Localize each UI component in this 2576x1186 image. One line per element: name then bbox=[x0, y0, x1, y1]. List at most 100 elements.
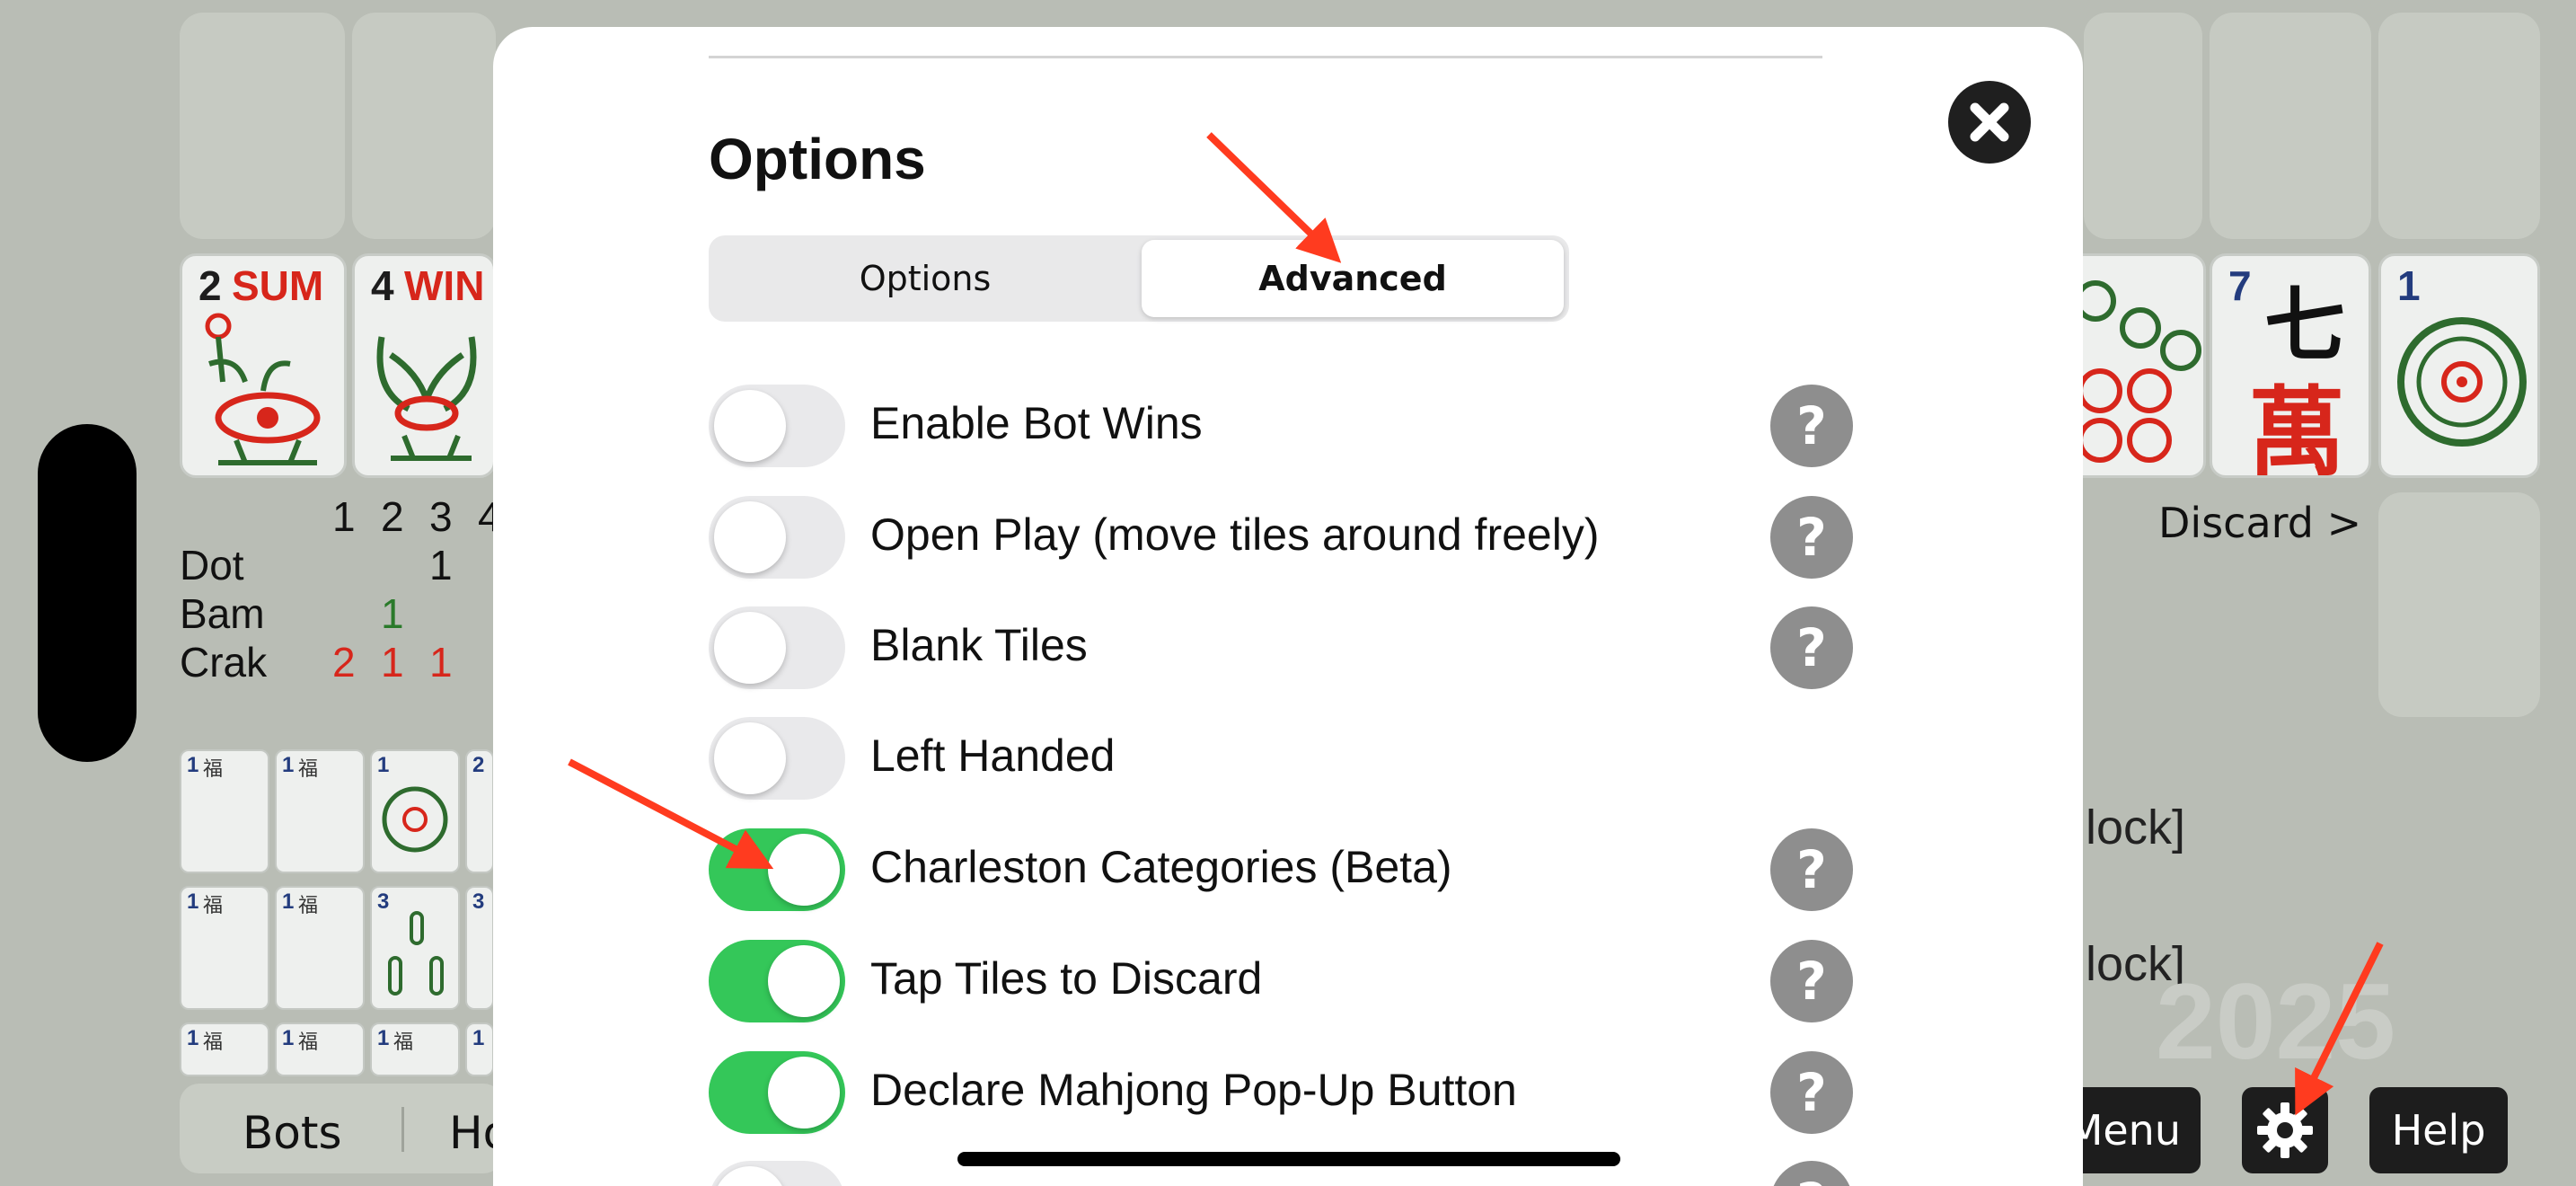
dots-icon bbox=[2075, 280, 2201, 463]
flower-icon bbox=[205, 313, 321, 465]
close-button[interactable] bbox=[1948, 81, 2031, 164]
discard-slot bbox=[2378, 492, 2540, 717]
setting-label: Declare Mahjong Pop-Up Button bbox=[870, 1065, 1517, 1115]
help-label: Help bbox=[2391, 1106, 2486, 1155]
rack-tile[interactable]: 2 bbox=[465, 749, 494, 873]
tile-glyph: 福 bbox=[393, 1031, 414, 1054]
settings-button[interactable] bbox=[2242, 1087, 2328, 1173]
setting-row: Enable Bot Wins ? bbox=[709, 385, 1876, 492]
question-icon[interactable]: ? bbox=[1770, 385, 1853, 467]
setting-row: Blank Tiles ? bbox=[709, 606, 1876, 714]
question-icon[interactable]: ? bbox=[1770, 496, 1853, 579]
tile-7-crak[interactable]: 7 七 萬 bbox=[2210, 253, 2371, 478]
bamboo-icon bbox=[388, 911, 444, 996]
toggle-tap-tiles-to-discard[interactable] bbox=[709, 940, 845, 1022]
tile-index: 1 bbox=[282, 753, 295, 777]
question-icon[interactable]: ? bbox=[1770, 606, 1853, 689]
divider bbox=[401, 1107, 404, 1152]
setting-label: Blank Tiles bbox=[870, 620, 1088, 670]
tile-glyph: 福 bbox=[203, 758, 224, 781]
setting-label: Enable Bot Wins bbox=[870, 398, 1203, 448]
toggle-open-play[interactable] bbox=[709, 496, 845, 579]
tile-4-win[interactable]: 4 WIN bbox=[352, 253, 496, 478]
tile-index: 2 bbox=[472, 753, 485, 777]
toggle-knob bbox=[768, 1057, 840, 1128]
col-header: 1 bbox=[332, 493, 356, 540]
toggle-charleston-categories[interactable] bbox=[709, 828, 845, 911]
tile-glyph-bottom: 萬 bbox=[2248, 376, 2346, 478]
question-icon[interactable]: ? bbox=[1770, 828, 1853, 911]
tile-glyph: 福 bbox=[298, 895, 319, 917]
row-label: Dot bbox=[180, 542, 244, 589]
toggle-left-handed[interactable] bbox=[709, 717, 845, 800]
rack-tile[interactable]: 1福 bbox=[180, 1022, 269, 1076]
modal-title: Options bbox=[709, 127, 926, 191]
tile-circles[interactable] bbox=[2066, 253, 2206, 478]
help-button[interactable]: Help bbox=[2369, 1087, 2508, 1173]
toggle-blank-tiles[interactable] bbox=[709, 606, 845, 689]
rack-tile[interactable]: 1福 bbox=[180, 749, 269, 873]
tile-2-sum[interactable]: 2 SUM bbox=[180, 253, 347, 478]
setting-row: Open Play (move tiles around freely) ? bbox=[709, 496, 1876, 604]
divider bbox=[709, 56, 1822, 58]
setting-label: Tap Tiles to Discard bbox=[870, 953, 1263, 1004]
row-value: 1 bbox=[429, 542, 453, 589]
rack-tile[interactable]: 3 bbox=[370, 886, 460, 1010]
rack-tile[interactable]: 1福 bbox=[275, 886, 365, 1010]
toggle-knob bbox=[768, 834, 840, 906]
toggle-partial[interactable] bbox=[709, 1161, 845, 1186]
tile-index: 1 bbox=[187, 1026, 199, 1050]
question-icon[interactable]: ? bbox=[1770, 1161, 1853, 1186]
toggle-enable-bot-wins[interactable] bbox=[709, 385, 845, 467]
rack-tile[interactable]: 1福 bbox=[275, 749, 365, 873]
tile-index: 1 bbox=[377, 1026, 390, 1050]
row-value: 2 bbox=[332, 639, 356, 686]
tab-advanced[interactable]: Advanced bbox=[1142, 240, 1564, 317]
bots-button[interactable]: Bots bbox=[243, 1107, 342, 1159]
rack-tile[interactable]: 1 bbox=[370, 749, 460, 873]
side-handle[interactable] bbox=[38, 424, 137, 762]
discard-link[interactable]: Discard > bbox=[2158, 499, 2361, 547]
question-icon[interactable]: ? bbox=[1770, 940, 1853, 1022]
tile-glyph: 福 bbox=[203, 1031, 224, 1054]
toggle-declare-mahjong-popup[interactable] bbox=[709, 1051, 845, 1134]
setting-row: Charleston Categories (Beta) ? bbox=[709, 828, 1876, 936]
menu-label: Menu bbox=[2067, 1106, 2181, 1155]
tile-index: 1 bbox=[282, 890, 295, 914]
tab-options[interactable]: Options bbox=[714, 240, 1136, 317]
gear-icon bbox=[2257, 1102, 2313, 1158]
toggle-knob bbox=[714, 1166, 786, 1186]
row-value: 1 bbox=[381, 639, 404, 686]
tile-index: 1 bbox=[187, 753, 199, 777]
col-header: 4 bbox=[478, 493, 494, 540]
rack-tile[interactable]: 1福 bbox=[275, 1022, 365, 1076]
close-icon bbox=[1970, 102, 2009, 142]
year-watermark: 2025 bbox=[2156, 961, 2395, 1082]
rack-tile[interactable]: 1福 bbox=[180, 886, 269, 1010]
rack-tile[interactable]: 1 bbox=[465, 1022, 494, 1076]
row-label: Bam bbox=[180, 590, 265, 637]
tile-glyph: 福 bbox=[203, 895, 224, 917]
toggle-knob bbox=[768, 945, 840, 1017]
home-indicator[interactable] bbox=[957, 1152, 1620, 1166]
row-value: 1 bbox=[429, 639, 453, 686]
setting-row: Left Handed bbox=[709, 717, 1876, 825]
tile-1-dot[interactable]: 1 bbox=[2378, 253, 2540, 478]
question-icon[interactable]: ? bbox=[1770, 1051, 1853, 1134]
options-modal: Options Options Advanced Enable Bot Wins… bbox=[493, 27, 2083, 1186]
tile-glyph: 福 bbox=[298, 758, 319, 781]
row-value: 1 bbox=[381, 590, 404, 637]
rack-tile[interactable]: 3 bbox=[465, 886, 494, 1010]
menu-button[interactable]: Menu bbox=[2066, 1087, 2201, 1173]
rack-slot bbox=[2084, 13, 2202, 239]
tile-index: 1 bbox=[472, 1026, 485, 1050]
rack-tile[interactable]: 1福 bbox=[370, 1022, 460, 1076]
toggle-knob bbox=[714, 612, 786, 684]
col-header: 2 bbox=[381, 493, 404, 540]
flower-icon bbox=[376, 336, 477, 461]
tile-index: 7 bbox=[2228, 262, 2252, 309]
tile-index: 1 bbox=[282, 1026, 295, 1050]
rack-slot bbox=[2210, 13, 2371, 239]
toggle-knob bbox=[714, 390, 786, 462]
setting-label: Open Play (move tiles around freely) bbox=[870, 509, 1600, 560]
